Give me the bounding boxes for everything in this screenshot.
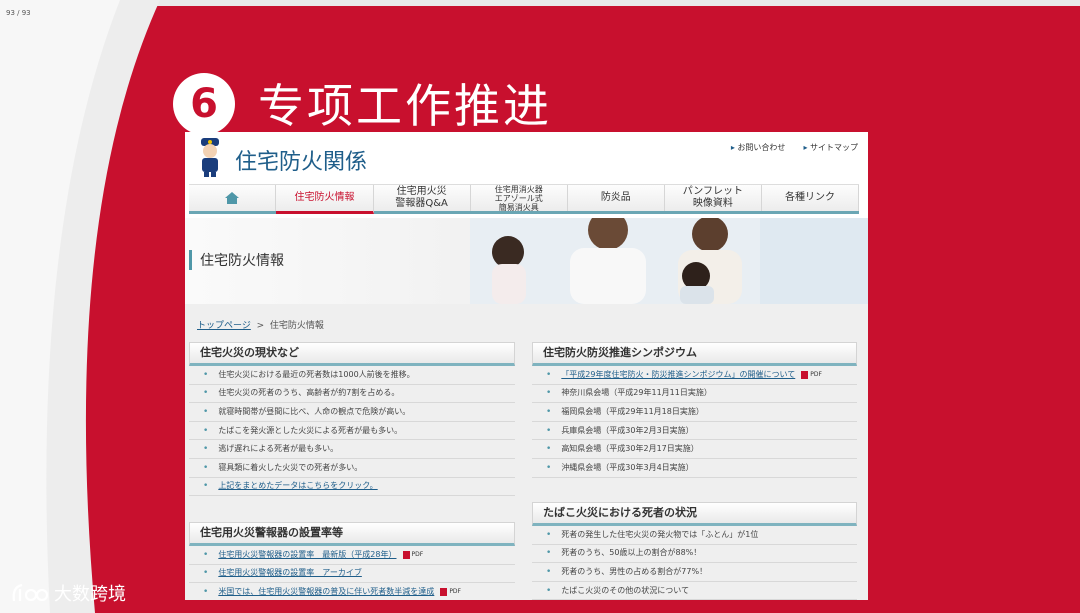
site-title: 住宅防火関係: [235, 150, 368, 175]
nav-pamphlets[interactable]: パンフレット 映像資料: [665, 185, 762, 211]
nav-home[interactable]: [189, 185, 277, 211]
breadcrumb-home-link[interactable]: トップページ: [197, 321, 251, 331]
panel-title: 住宅用火災警報器の設置率等: [189, 522, 515, 546]
list-item: 寝具類に着火した火災での死者が多い。: [189, 459, 515, 478]
list-item: 死者の発生した住宅火災の発火物では「ふとん」が1位: [532, 526, 857, 545]
breadcrumb: トップページ > 住宅防火情報: [197, 318, 324, 331]
utility-links: お問い合わせ サイトマップ: [731, 142, 858, 153]
pdf-icon: [801, 370, 809, 379]
list-item: 高知県会場（平成30年2月17日実施）: [532, 440, 857, 459]
panel-tobacco: たばこ火災における死者の状況 死者の発生した住宅火災の発火物では「ふとん」が1位…: [532, 502, 857, 600]
house-icon: [225, 192, 240, 204]
content-area: トップページ > 住宅防火情報 住宅火災の現状など 住宅火災における最近の死者数…: [185, 304, 868, 600]
list-item: 逃げ遅れによる死者が最も多い。: [189, 440, 515, 459]
contact-link[interactable]: お問い合わせ: [731, 142, 785, 153]
list-item-link[interactable]: 米国では、住宅用火災警報器の普及に伴い死者数半減を達成PDF: [189, 583, 515, 600]
panel-fire-status: 住宅火災の現状など 住宅火災における最近の死者数は1000人前後を推移。 住宅火…: [189, 342, 515, 497]
list-item: 神奈川県会場（平成29年11月11日実施）: [532, 385, 857, 404]
pdf-badge: PDF: [801, 366, 822, 384]
list-item: たばこ火災のその他の状況について: [532, 582, 857, 600]
breadcrumb-separator: >: [256, 321, 265, 331]
panel-symposium: 住宅防火防災推進シンポジウム 「平成29年度住宅防火・防災推進シンポジウム」の開…: [532, 342, 857, 478]
list-item: 兵庫県会場（平成30年2月3日実施）: [532, 422, 857, 441]
dashu-logo-icon: [12, 583, 49, 602]
list-item-link[interactable]: 「平成29年度住宅防火・防災推進シンポジウム」の開催についてPDF: [532, 366, 857, 385]
nav-extinguisher[interactable]: 住宅用消火器 エアゾール式 簡易消火具: [471, 185, 568, 212]
nav-links[interactable]: 各種リンク: [762, 185, 860, 211]
panel-title: たばこ火災における死者の状況: [532, 502, 857, 526]
website-screenshot: 住宅防火関係 お問い合わせ サイトマップ 住宅防火情報 住宅用火災 警報器Q&A…: [185, 132, 868, 600]
list-item: 住宅火災における最近の死者数は1000人前後を推移。: [189, 366, 515, 385]
main-nav: 住宅防火情報 住宅用火災 警報器Q&A 住宅用消火器 エアゾール式 簡易消火具 …: [189, 184, 860, 214]
nav-flameproof[interactable]: 防炎品: [568, 185, 665, 211]
panel-alarm-rate: 住宅用火災警報器の設置率等 住宅用火災警報器の設置率 最新版（平成28年）PDF…: [189, 522, 515, 600]
list-item: 住宅火災の死者のうち、高齢者が約7割を占める。: [189, 385, 515, 404]
panel-title: 住宅防火防災推進シンポジウム: [532, 342, 857, 366]
panel-title: 住宅火災の現状など: [189, 342, 515, 366]
pdf-icon: [440, 587, 448, 596]
page-counter: 93 / 93: [6, 9, 31, 17]
watermark: 大数跨境: [10, 580, 126, 606]
list-item: 福岡県会場（平成29年11月18日実施）: [532, 403, 857, 422]
list-item-link[interactable]: 住宅用火災警報器の設置率 アーカイブ: [189, 565, 515, 584]
list-item: たばこを発火源とした火災による死者が最も多い。: [189, 422, 515, 441]
breadcrumb-current: 住宅防火情報: [269, 321, 324, 331]
section-number-badge: 6: [173, 73, 235, 135]
pdf-badge: PDF: [402, 546, 423, 564]
list-item: 死者のうち、男性の占める割合が77%！: [532, 563, 857, 582]
site-header: 住宅防火関係 お問い合わせ サイトマップ: [185, 132, 868, 180]
nav-alarm-qa[interactable]: 住宅用火災 警報器Q&A: [374, 185, 471, 211]
list-item-link[interactable]: 上記をまとめたデータはこちらをクリック。: [189, 478, 515, 497]
list-item: 沖縄県会場（平成30年3月4日実施）: [532, 459, 857, 478]
pdf-icon: [402, 550, 410, 559]
pdf-badge: PDF: [440, 583, 461, 600]
nav-fire-info[interactable]: 住宅防火情報: [276, 185, 374, 214]
hero-banner: 住宅防火情報: [185, 218, 868, 304]
list-item: 就寝時間帯が昼間に比べ、人命の観点で危険が高い。: [189, 403, 515, 422]
sitemap-link[interactable]: サイトマップ: [803, 142, 858, 153]
list-item: 死者のうち、50歳以上の割合が88%！: [532, 545, 857, 564]
watermark-text: 大数跨境: [54, 584, 126, 605]
firefighter-mascot-icon: [201, 138, 219, 177]
hero-title: 住宅防火情報: [189, 250, 284, 270]
family-photo: [470, 218, 868, 304]
slide-title: 专项工作推进: [258, 79, 552, 133]
list-item-link[interactable]: 住宅用火災警報器の設置率 最新版（平成28年）PDF: [189, 546, 515, 565]
